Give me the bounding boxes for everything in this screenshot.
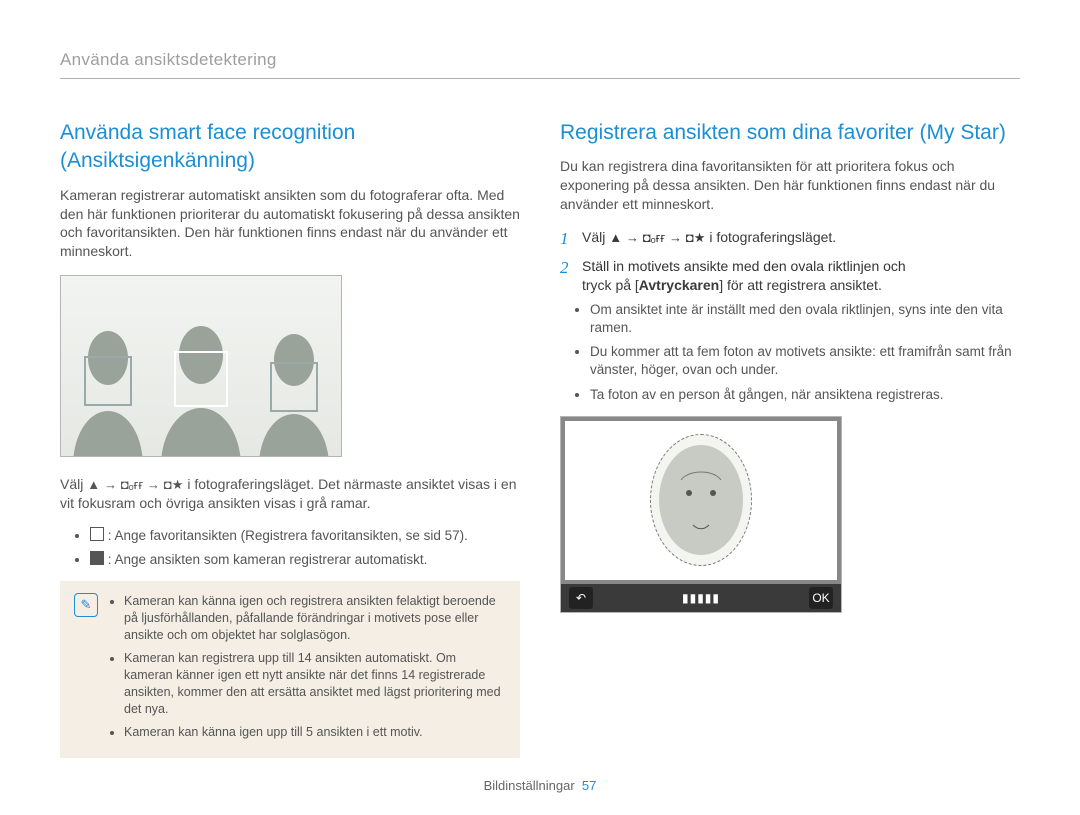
page-footer: Bildinställningar 57 — [0, 778, 1080, 793]
footer-section: Bildinställningar — [484, 778, 575, 793]
step-number: 2 — [560, 257, 574, 280]
list-item: Om ansiktet inte är inställt med den ova… — [590, 301, 1020, 337]
text: Välj — [60, 476, 87, 492]
shutter-key: Avtryckaren — [639, 277, 719, 293]
registered-face-icon — [651, 435, 751, 565]
oval-guide-icon — [650, 434, 752, 566]
arrow-icon: → — [147, 477, 160, 492]
text: : Ange ansikten som kameran registrerar … — [104, 552, 427, 567]
note-item: Kameran kan känna igen upp till 5 ansikt… — [124, 724, 506, 741]
list-item: : Ange ansikten som kameran registrerar … — [90, 551, 520, 569]
text: i fotograferingsläget. — [709, 229, 836, 245]
face-star-icon: ◘★ — [164, 477, 184, 492]
arrow-icon: → — [669, 230, 682, 245]
up-triangle-icon: ▲ — [87, 477, 100, 492]
content-columns: Använda smart face recognition (Ansiktsi… — [60, 119, 1020, 758]
step-2: 2 Ställ in motivets ansikte med den oval… — [560, 257, 1020, 295]
progress-gauge: ▮▮▮▮▮ — [682, 591, 720, 605]
left-intro: Kameran registrerar automatiskt ansikten… — [60, 186, 520, 262]
left-heading: Använda smart face recognition (Ansiktsi… — [60, 119, 520, 176]
filled-box-icon — [90, 551, 104, 565]
step-number: 1 — [560, 228, 574, 251]
note-item: Kameran kan registrera upp till 14 ansik… — [124, 650, 506, 718]
text: tryck på [ — [582, 277, 639, 293]
back-button[interactable]: ↶ — [569, 587, 593, 609]
right-column: Registrera ansikten som dina favoriter (… — [560, 119, 1020, 758]
header-breadcrumb: Använda ansiktsdetektering — [60, 50, 1020, 79]
up-triangle-icon: ▲ — [609, 230, 622, 245]
right-intro: Du kan registrera dina favoritansikten f… — [560, 157, 1020, 214]
focus-frame-white-icon — [174, 351, 228, 407]
right-heading: Registrera ansikten som dina favoriter (… — [560, 119, 1020, 147]
figure-faces-group — [60, 275, 342, 457]
face-off-icon: ◘ₒғғ — [643, 230, 665, 245]
list-item: : Ange favoritansikten (Registrera favor… — [90, 527, 520, 545]
focus-frame-gray-icon — [84, 356, 132, 406]
empty-box-icon — [90, 527, 104, 541]
text: ] för att registrera ansiktet. — [719, 277, 882, 293]
list-item: Ta foton av en person åt gången, när ans… — [590, 386, 1020, 404]
list-item: Du kommer att ta fem foton av motivets a… — [590, 343, 1020, 379]
left-bullets: : Ange favoritansikten (Registrera favor… — [60, 527, 520, 569]
note-marker-icon: ✎ — [74, 593, 98, 617]
step-1: 1 Välj ▲ → ◘ₒғғ → ◘★ i fotograferingsläg… — [560, 228, 1020, 251]
note-box: ✎ Kameran kan känna igen och registrera … — [60, 581, 520, 758]
text: Välj — [582, 229, 609, 245]
page-number: 57 — [582, 778, 596, 793]
text: : Ange favoritansikten (Registrera favor… — [104, 528, 468, 543]
left-select-text: Välj ▲ → ◘ₒғғ → ◘★ i fotograferingsläget… — [60, 475, 520, 513]
figure-face-register: ↶ ▮▮▮▮▮ OK — [560, 416, 842, 613]
right-bullets: Om ansiktet inte är inställt med den ova… — [560, 301, 1020, 404]
note-item: Kameran kan känna igen och registrera an… — [124, 593, 506, 644]
left-column: Använda smart face recognition (Ansiktsi… — [60, 119, 520, 758]
text: Ställ in motivets ansikte med den ovala … — [582, 258, 906, 274]
focus-frame-gray-icon — [270, 362, 318, 412]
ok-button[interactable]: OK — [809, 587, 833, 609]
face-star-icon: ◘★ — [686, 230, 706, 245]
arrow-icon: → — [626, 230, 639, 245]
arrow-icon: → — [104, 477, 117, 492]
face-off-icon: ◘ₒғғ — [121, 477, 143, 492]
